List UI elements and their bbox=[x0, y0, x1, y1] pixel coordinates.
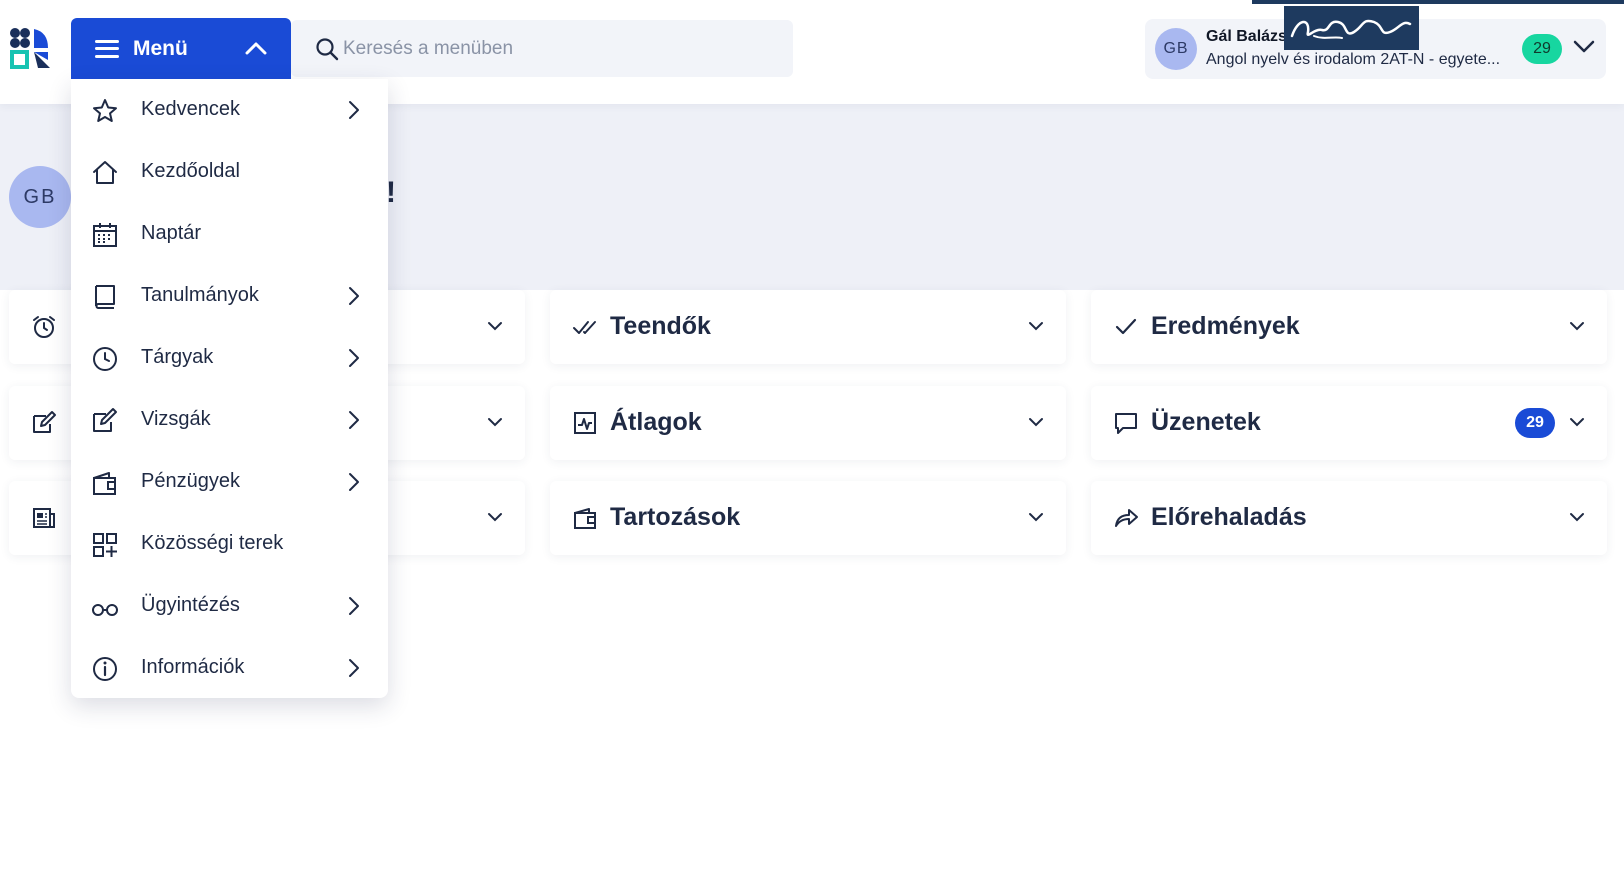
chevron-down-icon bbox=[1570, 418, 1584, 427]
chevron-down-icon bbox=[1029, 418, 1043, 427]
card-title: Eredmények bbox=[1151, 312, 1300, 340]
wallet-icon bbox=[574, 508, 596, 529]
glasses-icon bbox=[92, 604, 118, 616]
menu-item-label: Kezdőoldal bbox=[141, 160, 240, 182]
card-eredmenyek[interactable]: Eredmények bbox=[1091, 290, 1607, 364]
edit-icon bbox=[33, 411, 56, 433]
edit-icon bbox=[93, 408, 117, 432]
chevron-down-icon bbox=[1570, 513, 1584, 522]
search-icon bbox=[316, 37, 339, 60]
menu-item-naptar[interactable]: Naptár bbox=[71, 203, 388, 265]
wallet-icon bbox=[93, 472, 116, 495]
calendar-icon bbox=[93, 223, 117, 247]
forward-icon bbox=[1115, 509, 1138, 527]
unread-badge: 29 bbox=[1515, 408, 1555, 438]
chevron-down-icon bbox=[488, 418, 502, 427]
card-title: Üzenetek bbox=[1151, 408, 1261, 436]
home-icon bbox=[93, 161, 117, 184]
chevron-right-icon bbox=[349, 597, 359, 615]
card-tartozasok[interactable]: Tartozások bbox=[550, 481, 1066, 555]
card-title: Teendők bbox=[610, 312, 711, 340]
notification-badge: 29 bbox=[1522, 34, 1562, 64]
app-logo-icon[interactable] bbox=[8, 26, 54, 72]
search-input[interactable] bbox=[343, 37, 763, 60]
book-icon bbox=[95, 285, 115, 309]
chevron-down-icon bbox=[488, 322, 502, 331]
chevron-down-icon bbox=[488, 513, 502, 522]
main-menu-dropdown: Kedvencek Kezdőoldal Naptár Tanulmányok … bbox=[71, 79, 388, 698]
menu-button-label: Menü bbox=[133, 36, 188, 60]
menu-item-label: Ügyintézés bbox=[141, 594, 240, 616]
profile-switcher[interactable]: GB Gál Balázs Angol nyelv és irodalom 2A… bbox=[1145, 6, 1606, 79]
alarm-icon bbox=[33, 316, 55, 338]
menu-item-label: Kedvencek bbox=[141, 98, 240, 120]
card-uzenetek[interactable]: Üzenetek 29 bbox=[1091, 386, 1607, 460]
clock-icon bbox=[93, 347, 117, 371]
menu-item-targyak[interactable]: Tárgyak bbox=[71, 327, 388, 389]
chevron-right-icon bbox=[349, 659, 359, 677]
menu-item-label: Információk bbox=[141, 656, 245, 678]
card-eloreh[interactable]: Előrehaladás bbox=[1091, 481, 1607, 555]
chevron-right-icon bbox=[349, 411, 359, 429]
chevron-right-icon bbox=[349, 349, 359, 367]
menu-item-label: Naptár bbox=[141, 222, 202, 244]
menu-item-label: Tárgyak bbox=[141, 346, 214, 368]
chevron-down-icon bbox=[1029, 513, 1043, 522]
grid-add-icon bbox=[93, 533, 117, 557]
menu-item-vizsgak[interactable]: Vizsgák bbox=[71, 389, 388, 451]
top-accent-bar bbox=[1252, 0, 1624, 4]
card-atlagok[interactable]: Átlagok bbox=[550, 386, 1066, 460]
newspaper-icon bbox=[33, 508, 55, 528]
menu-item-kedvencek[interactable]: Kedvencek bbox=[71, 79, 388, 141]
menu-item-label: Közösségi terek bbox=[141, 532, 284, 554]
hamburger-icon bbox=[95, 39, 119, 58]
card-title: Átlagok bbox=[610, 408, 702, 436]
star-icon bbox=[93, 99, 117, 122]
message-icon bbox=[1115, 413, 1137, 434]
profile-program: Angol nyelv és irodalom 2AT-N - egyete..… bbox=[1206, 51, 1501, 68]
info-icon bbox=[93, 657, 117, 681]
chevron-down-icon bbox=[1029, 322, 1043, 331]
menu-item-label: Tanulmányok bbox=[141, 284, 259, 306]
chart-icon bbox=[574, 412, 596, 434]
card-title: Előrehaladás bbox=[1151, 503, 1307, 531]
profile-name: Gál Balázs bbox=[1206, 28, 1287, 45]
menu-search bbox=[291, 20, 793, 77]
menu-item-informaciok[interactable]: Információk bbox=[71, 637, 388, 699]
menu-item-kezdooldal[interactable]: Kezdőoldal bbox=[71, 141, 388, 203]
chevron-up-icon bbox=[245, 42, 267, 55]
menu-item-penzugyek[interactable]: Pénzügyek bbox=[71, 451, 388, 513]
double-check-icon bbox=[573, 321, 596, 334]
chevron-right-icon bbox=[349, 101, 359, 119]
chevron-down-icon bbox=[1573, 40, 1595, 53]
chevron-down-icon bbox=[1570, 322, 1584, 331]
check-icon bbox=[1115, 318, 1137, 335]
avatar-large: GB bbox=[9, 166, 71, 228]
card-teendok[interactable]: Teendők bbox=[550, 290, 1066, 364]
menu-item-label: Vizsgák bbox=[141, 408, 211, 430]
chevron-right-icon bbox=[349, 473, 359, 491]
menu-item-kozossegi-terek[interactable]: Közösségi terek bbox=[71, 513, 388, 575]
chevron-right-icon bbox=[349, 287, 359, 305]
menu-item-ugyintezes[interactable]: Ügyintézés bbox=[71, 575, 388, 637]
menu-button[interactable]: Menü bbox=[71, 18, 291, 79]
menu-item-label: Pénzügyek bbox=[141, 470, 240, 492]
avatar: GB bbox=[1155, 28, 1197, 70]
card-title: Tartozások bbox=[610, 503, 741, 531]
signature-image bbox=[1284, 6, 1419, 50]
menu-item-tanulmanyok[interactable]: Tanulmányok bbox=[71, 265, 388, 327]
